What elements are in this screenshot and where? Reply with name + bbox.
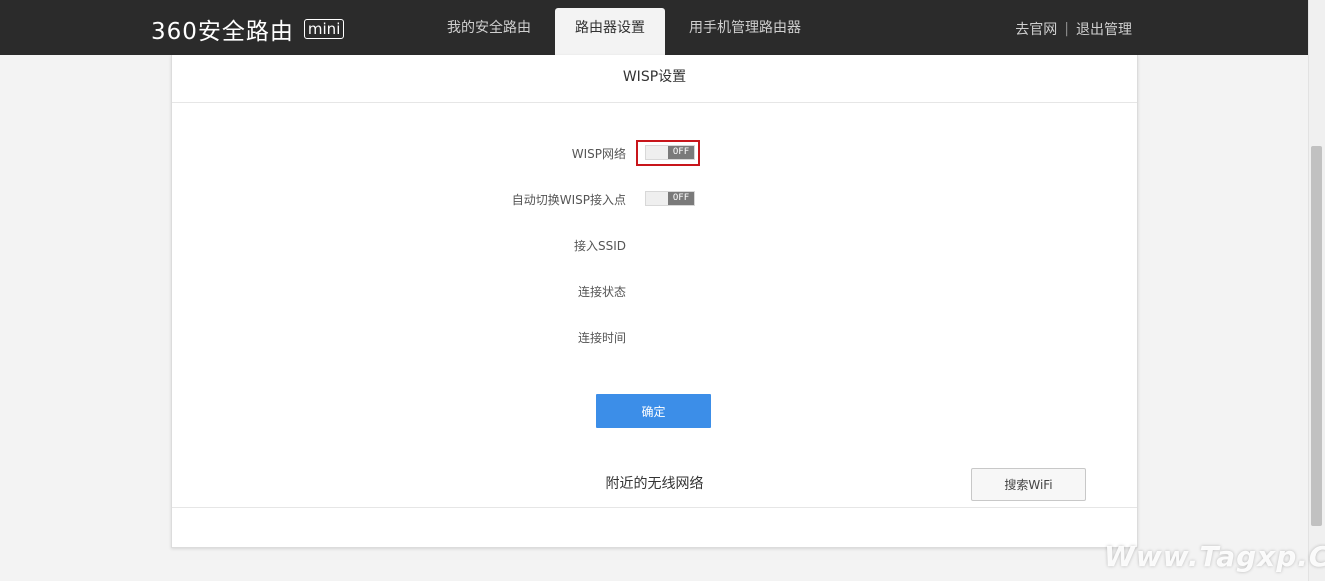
scrollbar-thumb[interactable]: [1311, 146, 1322, 526]
ssid-label: 接入SSID: [573, 239, 626, 253]
connection-time-label: 连接时间: [577, 331, 626, 345]
network-list-divider: [172, 507, 1137, 508]
tab-router-settings[interactable]: 路由器设置: [555, 8, 665, 55]
header-links: 去官网 | 退出管理: [1015, 19, 1132, 39]
watermark-text: Www.Tagxp.Com: [1104, 540, 1325, 573]
toggle-off-knob: OFF: [668, 146, 694, 159]
wisp-network-toggle[interactable]: OFF: [645, 145, 695, 160]
link-separator: |: [1064, 21, 1069, 37]
panel-title: WISP设置: [172, 55, 1137, 103]
auto-switch-toggle[interactable]: OFF: [645, 191, 695, 206]
confirm-button[interactable]: 确定: [596, 394, 711, 428]
page-scrollbar[interactable]: [1308, 0, 1325, 581]
toggle-off-knob: OFF: [668, 192, 694, 205]
tab-my-router[interactable]: 我的安全路由: [432, 8, 546, 55]
logo[interactable]: 360安全路由 mini: [151, 15, 345, 45]
search-wifi-button[interactable]: 搜索WiFi: [971, 468, 1086, 501]
logo-badge: mini: [303, 19, 345, 39]
wisp-network-label: WISP网络: [571, 147, 626, 161]
top-nav-bar: 360安全路由 mini 我的安全路由 路由器设置 用手机管理路由器 去官网 |…: [0, 0, 1308, 55]
connection-status-label: 连接状态: [577, 285, 626, 299]
logo-text: 360安全路由: [151, 19, 294, 45]
tab-mobile-management[interactable]: 用手机管理路由器: [676, 8, 814, 55]
wisp-settings-panel: WISP设置 WISP网络 OFF 自动切换WISP接入点 OFF 接入SSID…: [171, 55, 1138, 548]
auto-switch-label: 自动切换WISP接入点: [511, 193, 626, 207]
logout-link[interactable]: 退出管理: [1076, 19, 1132, 39]
official-site-link[interactable]: 去官网: [1015, 19, 1057, 39]
